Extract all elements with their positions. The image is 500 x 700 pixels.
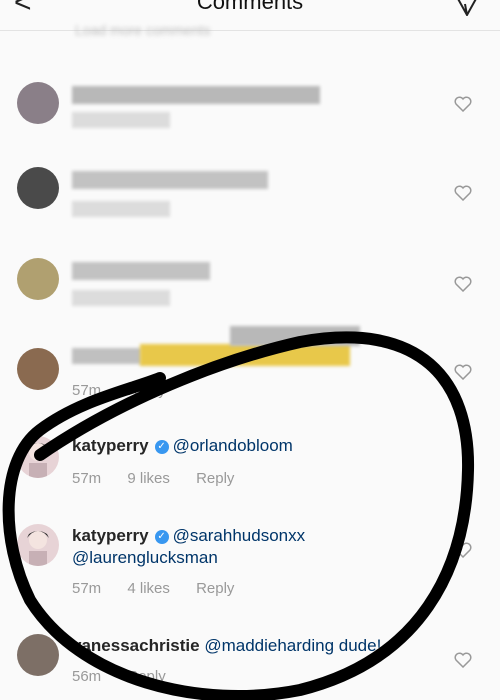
heart-icon[interactable] xyxy=(454,364,472,380)
page-title: Comments xyxy=(196,0,304,14)
avatar[interactable] xyxy=(17,167,59,209)
reply-button[interactable]: Reply xyxy=(127,382,165,399)
comment-row xyxy=(0,256,500,316)
redacted-username xyxy=(72,348,142,364)
redacted-meta xyxy=(72,112,170,128)
reply-button[interactable]: Reply xyxy=(196,580,234,597)
comment-likes[interactable]: 9 likes xyxy=(127,470,170,487)
comment-row: vanessachristie @maddieharding dude! 56m… xyxy=(0,632,500,700)
avatar[interactable] xyxy=(17,634,59,676)
heart-icon[interactable] xyxy=(454,185,472,201)
heart-icon[interactable] xyxy=(454,96,472,112)
avatar[interactable] xyxy=(17,258,59,300)
avatar[interactable] xyxy=(17,348,59,390)
redacted-username xyxy=(72,262,210,280)
redacted-meta xyxy=(72,201,170,217)
reply-button[interactable]: Reply xyxy=(196,470,234,487)
comment-row xyxy=(0,78,500,138)
send-icon[interactable] xyxy=(456,0,478,16)
redacted-emoji xyxy=(140,344,350,366)
avatar[interactable] xyxy=(17,82,59,124)
comment-mention[interactable]: @sarahhudsonxx xyxy=(173,526,306,545)
verified-badge-icon: ✓ xyxy=(154,440,169,454)
comment-time: 56m xyxy=(72,668,102,685)
redacted-username xyxy=(72,86,320,104)
comment-username[interactable]: katyperry xyxy=(72,526,149,545)
comment-mention[interactable]: @maddieharding dude! xyxy=(204,636,381,655)
comment-time: 57m xyxy=(72,470,102,487)
redacted-username xyxy=(72,171,268,189)
comment-username[interactable]: vanessachristie xyxy=(72,636,200,655)
reply-button[interactable]: Reply xyxy=(127,668,165,685)
comment-mention[interactable]: @laurenglucksman xyxy=(72,548,218,567)
verified-badge-icon: ✓ xyxy=(154,530,169,544)
avatar[interactable] xyxy=(17,436,59,478)
comment-likes[interactable]: 4 likes xyxy=(127,580,170,597)
comment-username[interactable]: katyperry xyxy=(72,436,149,455)
comment-row: katyperry ✓ @sarahhudsonxx @laurenglucksma… xyxy=(0,522,500,602)
load-more-link[interactable]: Load more comments xyxy=(75,22,210,38)
comment-mention[interactable]: @orlandobloom xyxy=(173,436,293,455)
comment-row xyxy=(0,165,500,225)
comment-row: katyperry ✓ @orlandobloom 57m 9 likes Repl… xyxy=(0,432,500,502)
avatar[interactable] xyxy=(17,524,59,566)
comment-row: 57m Reply xyxy=(0,326,500,400)
comment-time: 57m xyxy=(72,580,102,597)
redacted-text xyxy=(230,326,360,346)
heart-icon[interactable] xyxy=(454,542,472,558)
redacted-meta xyxy=(72,290,170,306)
comment-time: 57m xyxy=(72,382,102,399)
heart-icon[interactable] xyxy=(454,652,472,668)
heart-icon[interactable] xyxy=(454,276,472,292)
